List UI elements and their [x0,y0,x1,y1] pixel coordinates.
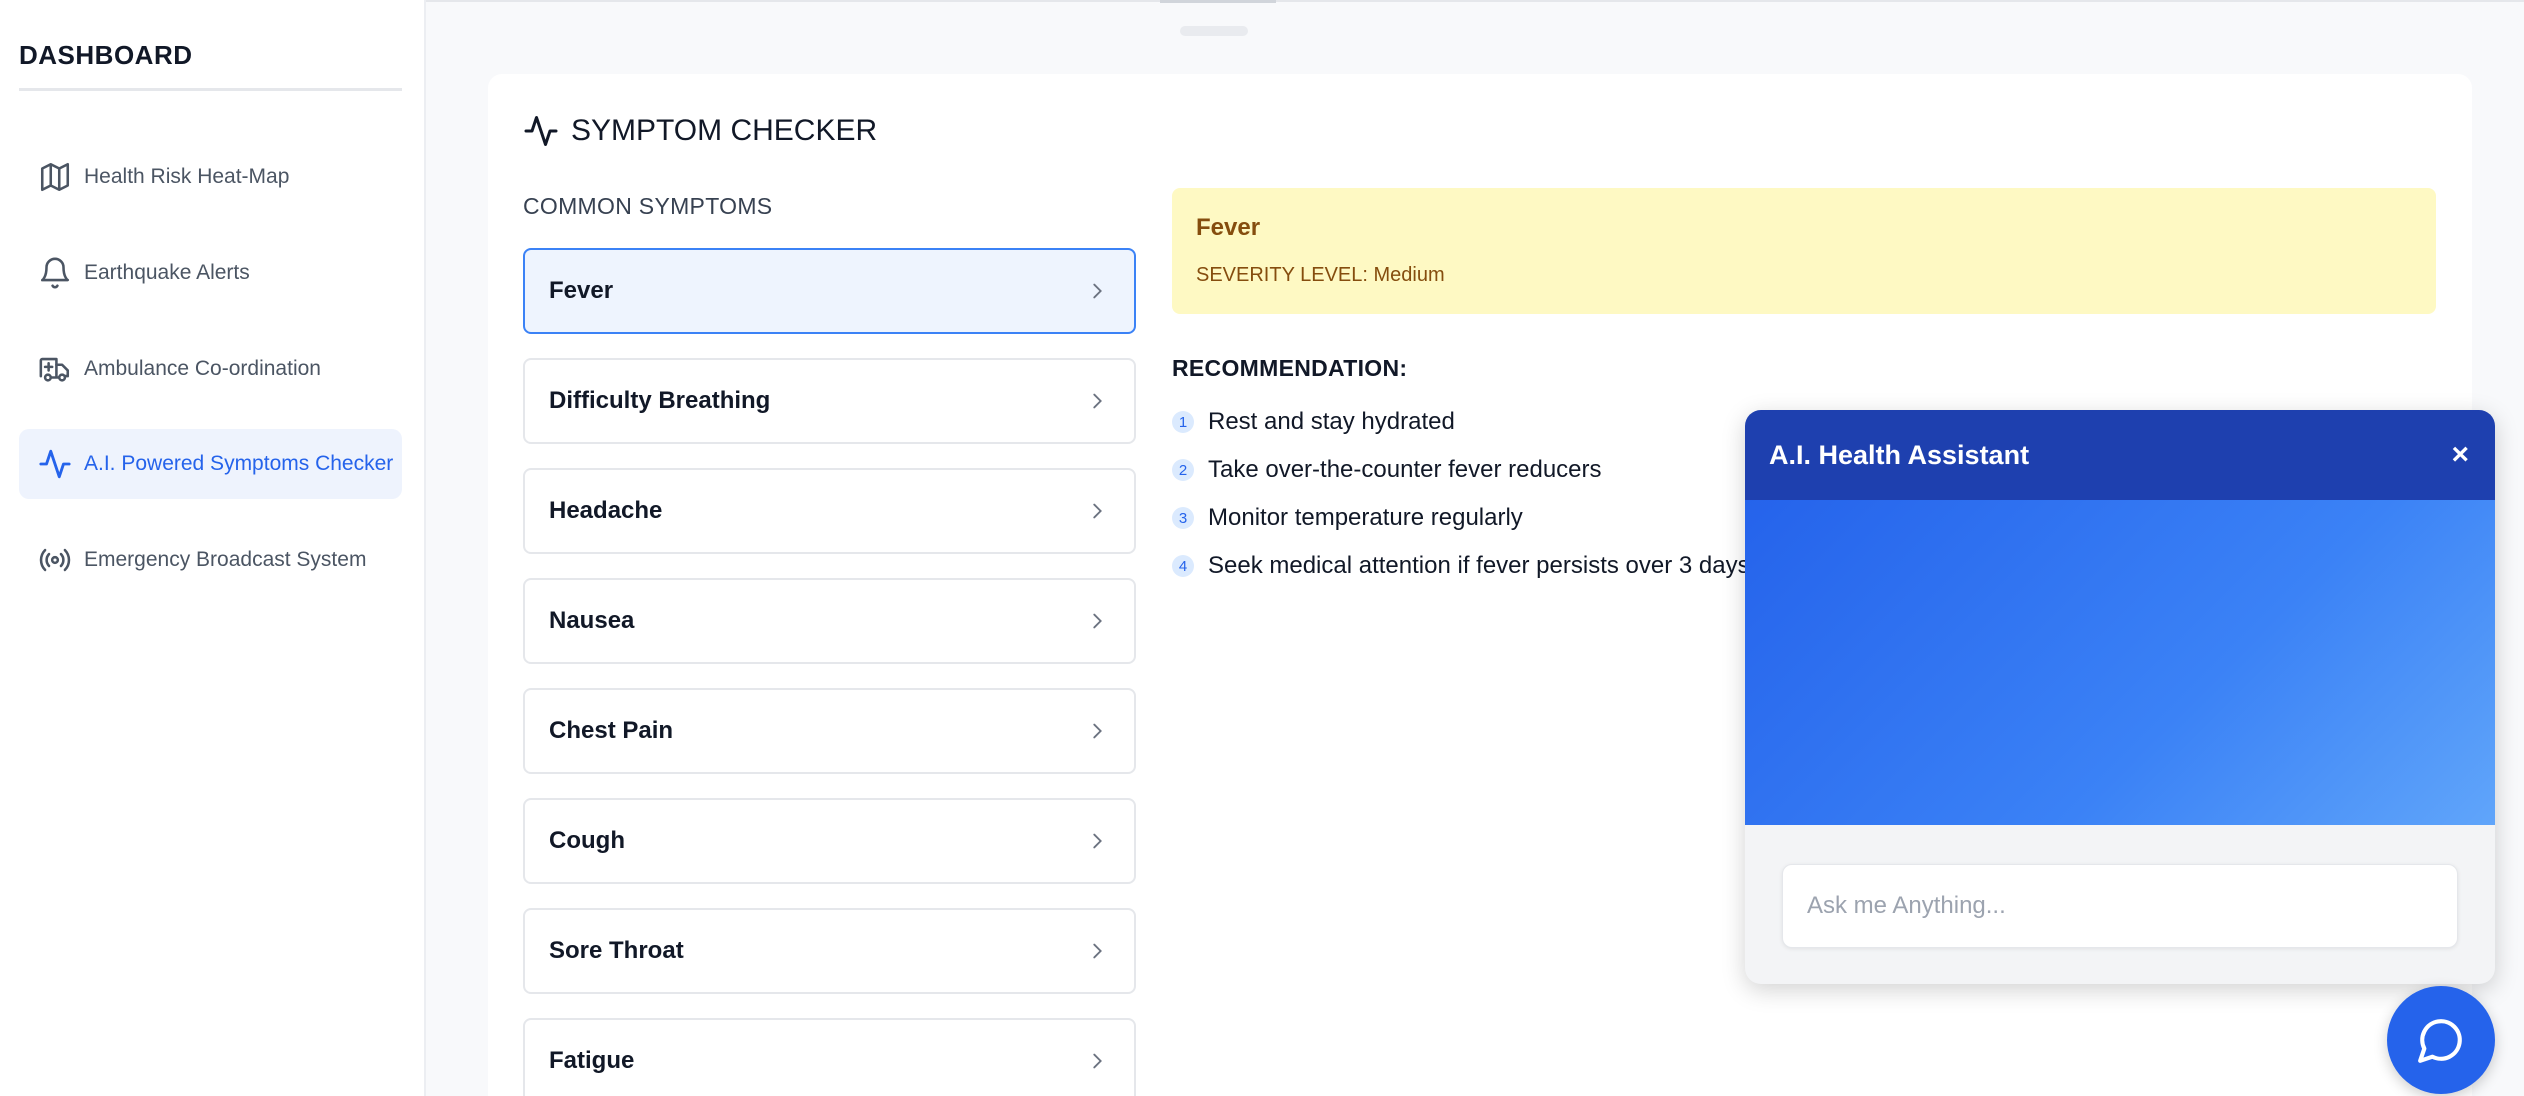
chevron-right-icon [1093,613,1102,629]
severity-symptom-name: Fever [1196,214,1261,241]
sidebar-item-symptoms-checker[interactable]: A.I. Powered Symptoms Checker [19,429,402,499]
message-circle-icon [2418,1019,2462,1063]
recommendation-number: 2 [1172,459,1194,481]
symptom-label: Difficulty Breathing [549,387,771,414]
bell-icon [37,255,73,291]
page-title: SYMPTOM CHECKER [523,113,877,149]
recommendation-item: 2 Take over-the-counter fever reducers [1172,456,1602,484]
symptom-item-headache[interactable]: Headache [523,468,1136,554]
severity-box: Fever SEVERITY LEVEL: Medium [1172,188,2436,314]
sidebar-item-label: Earthquake Alerts [84,261,250,284]
recommendation-heading: RECOMMENDATION: [1172,355,1408,381]
recommendation-number: 3 [1172,507,1194,529]
symptom-label: Fever [549,277,614,304]
chevron-right-icon [1093,833,1102,849]
recommendation-text: Seek medical attention if fever persists… [1208,552,1750,579]
chat-panel: A.I. Health Assistant × [1745,410,2495,984]
chevron-right-icon [1093,503,1102,519]
symptom-label: Fatigue [549,1047,635,1074]
map-icon [37,159,73,195]
scroll-indicator [1180,26,1248,36]
recommendation-item: 3 Monitor temperature regularly [1172,504,1523,532]
chat-toggle-button[interactable] [2387,986,2495,1094]
symptom-item-nausea[interactable]: Nausea [523,578,1136,664]
ambulance-icon [37,351,73,387]
sidebar-item-label: A.I. Powered Symptoms Checker [84,452,394,475]
broadcast-icon [37,542,73,578]
recommendation-number: 4 [1172,555,1194,577]
sidebar: DASHBOARD Health Risk Heat-Map Earthquak… [0,0,426,1096]
activity-icon [37,446,73,482]
severity-level: SEVERITY LEVEL: Medium [1196,264,1445,286]
chevron-right-icon [1093,283,1102,299]
recommendation-item: 4 Seek medical attention if fever persis… [1172,552,1750,580]
activity-icon [524,116,558,146]
symptom-label: Chest Pain [549,717,674,744]
chevron-right-icon [1093,393,1102,409]
recommendation-text: Rest and stay hydrated [1208,408,1455,435]
sidebar-title: DASHBOARD [19,40,193,70]
sidebar-divider [19,88,402,91]
close-icon[interactable]: × [2451,438,2469,472]
common-symptoms-heading: COMMON SYMPTOMS [523,193,773,219]
symptom-item-difficulty-breathing[interactable]: Difficulty Breathing [523,358,1136,444]
sidebar-item-label: Ambulance Co-ordination [84,357,321,380]
sidebar-item-emergency-broadcast[interactable]: Emergency Broadcast System [19,525,402,595]
chat-header: A.I. Health Assistant × [1745,410,2495,500]
symptom-item-sore-throat[interactable]: Sore Throat [523,908,1136,994]
recommendation-item: 1 Rest and stay hydrated [1172,408,1455,436]
chat-title: A.I. Health Assistant [1769,439,2030,470]
chevron-right-icon [1093,943,1102,959]
chevron-right-icon [1093,723,1102,739]
recommendation-text: Monitor temperature regularly [1208,504,1523,531]
symptom-item-chest-pain[interactable]: Chest Pain [523,688,1136,774]
symptom-label: Headache [549,497,663,524]
sidebar-item-earthquake-alerts[interactable]: Earthquake Alerts [19,238,402,308]
sidebar-item-label: Health Risk Heat-Map [84,165,290,188]
sidebar-item-health-risk-heat-map[interactable]: Health Risk Heat-Map [19,142,402,212]
sidebar-item-label: Emergency Broadcast System [84,548,367,571]
symptom-label: Cough [549,827,625,854]
scroll-indicator-line [1160,0,1276,3]
chat-input[interactable] [1782,864,2458,948]
chat-messages-area [1745,500,2495,825]
page-title-text: SYMPTOM CHECKER [571,114,878,147]
symptom-item-cough[interactable]: Cough [523,798,1136,884]
symptom-item-fatigue[interactable]: Fatigue [523,1018,1136,1096]
recommendation-text: Take over-the-counter fever reducers [1208,456,1602,483]
symptom-label: Sore Throat [549,937,684,964]
recommendation-number: 1 [1172,411,1194,433]
symptom-item-fever[interactable]: Fever [523,248,1136,334]
chevron-right-icon [1093,1053,1102,1069]
symptom-label: Nausea [549,607,635,634]
sidebar-item-ambulance-coordination[interactable]: Ambulance Co-ordination [19,334,402,404]
